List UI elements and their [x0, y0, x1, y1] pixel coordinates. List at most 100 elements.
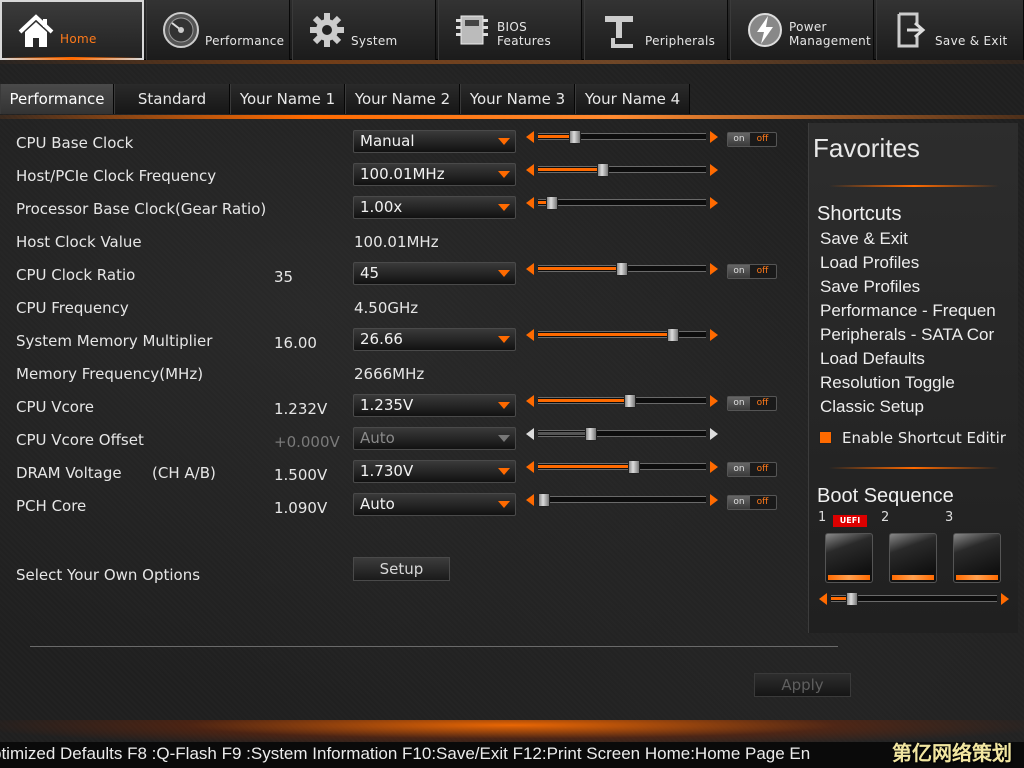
slider-right-arrow-icon[interactable]: [1001, 593, 1009, 605]
nav-tab-label-line2: Management: [789, 34, 872, 48]
setup-button[interactable]: Setup: [353, 557, 450, 581]
subtab-standard[interactable]: Standard: [114, 84, 230, 114]
boot-drive-3[interactable]: [953, 533, 1001, 583]
slider-left-arrow-icon[interactable]: [526, 131, 534, 143]
slider-knob[interactable]: [624, 394, 636, 408]
hotkey-bar: ptimized Defaults F8 :Q-Flash F9 :System…: [0, 742, 1024, 768]
nav-tab-save-exit[interactable]: Save & Exit: [876, 0, 1024, 60]
setting-slider[interactable]: [526, 426, 718, 442]
slider-knob[interactable]: [569, 130, 581, 144]
chevron-down-icon[interactable]: [498, 402, 510, 409]
setting-slider[interactable]: [526, 492, 718, 508]
favorites-panel: Favorites Shortcuts Save & Exit Load Prof…: [808, 123, 1018, 633]
shortcut-item[interactable]: Save Profiles: [820, 277, 920, 297]
slider-left-arrow-icon[interactable]: [526, 428, 534, 440]
chevron-down-icon[interactable]: [498, 336, 510, 343]
slider-right-arrow-icon[interactable]: [710, 428, 718, 440]
slider-knob[interactable]: [538, 493, 550, 507]
setting-slider[interactable]: [526, 261, 718, 277]
chevron-down-icon[interactable]: [498, 138, 510, 145]
chevron-down-icon[interactable]: [498, 171, 510, 178]
enable-shortcut-editing-checkbox[interactable]: [819, 431, 832, 444]
slider-knob[interactable]: [546, 196, 558, 210]
slider-left-arrow-icon[interactable]: [526, 329, 534, 341]
slider-knob[interactable]: [846, 592, 858, 606]
chevron-down-icon[interactable]: [498, 435, 510, 442]
slider-left-arrow-icon[interactable]: [526, 263, 534, 275]
shortcut-item[interactable]: Performance - Frequen: [820, 301, 996, 321]
setting-dropdown[interactable]: 100.01MHz: [353, 163, 516, 186]
slider-knob[interactable]: [628, 460, 640, 474]
chevron-down-icon[interactable]: [498, 501, 510, 508]
boot-sequence-slider[interactable]: [819, 591, 1009, 606]
on-off-toggle[interactable]: on off: [727, 132, 777, 147]
nav-tab-bios-features[interactable]: BIOS Features: [438, 0, 582, 60]
shortcut-item[interactable]: Save & Exit: [820, 229, 908, 249]
shortcut-item[interactable]: Resolution Toggle: [820, 373, 955, 393]
slider-left-arrow-icon[interactable]: [819, 593, 827, 605]
nav-tab-system[interactable]: System: [292, 0, 436, 60]
slider-left-arrow-icon[interactable]: [526, 494, 534, 506]
nav-tab-label: BIOS Features: [497, 20, 551, 48]
toggle-off-label: off: [756, 266, 769, 276]
setting-slider[interactable]: [526, 459, 718, 475]
setting-dropdown[interactable]: Auto: [353, 493, 516, 516]
nav-tab-power-management[interactable]: Power Management: [730, 0, 874, 60]
setting-slider[interactable]: [526, 162, 718, 178]
slider-left-arrow-icon[interactable]: [526, 164, 534, 176]
nav-tab-peripherals[interactable]: Peripherals: [584, 0, 728, 60]
nav-tab-performance[interactable]: Performance: [146, 0, 290, 60]
slider-right-arrow-icon[interactable]: [710, 197, 718, 209]
shortcut-item[interactable]: Load Profiles: [820, 253, 919, 273]
divider: [30, 646, 838, 647]
subtab-your-name-4[interactable]: Your Name 4: [575, 84, 690, 114]
slider-left-arrow-icon[interactable]: [526, 395, 534, 407]
apply-button[interactable]: Apply: [754, 673, 851, 697]
chevron-down-icon[interactable]: [498, 204, 510, 211]
shortcut-item[interactable]: Classic Setup: [820, 397, 924, 417]
setting-readonly-value: 100.01MHz: [354, 233, 439, 251]
shortcut-item[interactable]: Peripherals - SATA Cor: [820, 325, 994, 345]
uefi-badge: UEFI: [833, 515, 867, 527]
setting-dropdown[interactable]: 1.00x: [353, 196, 516, 219]
shortcut-item[interactable]: Load Defaults: [820, 349, 925, 369]
slider-right-arrow-icon[interactable]: [710, 164, 718, 176]
slider-track: [831, 592, 997, 606]
chevron-down-icon[interactable]: [498, 468, 510, 475]
on-off-toggle[interactable]: on off: [727, 495, 777, 510]
slider-right-arrow-icon[interactable]: [710, 131, 718, 143]
setting-dropdown[interactable]: Manual: [353, 130, 516, 153]
setting-dropdown[interactable]: 45: [353, 262, 516, 285]
on-off-toggle[interactable]: on off: [727, 264, 777, 279]
slider-right-arrow-icon[interactable]: [710, 329, 718, 341]
slider-right-arrow-icon[interactable]: [710, 263, 718, 275]
slider-left-arrow-icon[interactable]: [526, 197, 534, 209]
slider-right-arrow-icon[interactable]: [710, 395, 718, 407]
boot-drive-2[interactable]: [889, 533, 937, 583]
setting-dropdown[interactable]: 26.66: [353, 328, 516, 351]
setting-dropdown[interactable]: 1.730V: [353, 460, 516, 483]
setting-slider[interactable]: [526, 195, 718, 211]
setting-slider[interactable]: [526, 129, 718, 145]
slider-right-arrow-icon[interactable]: [710, 494, 718, 506]
chevron-down-icon[interactable]: [498, 270, 510, 277]
on-off-toggle[interactable]: on off: [727, 396, 777, 411]
subtab-your-name-2[interactable]: Your Name 2: [345, 84, 460, 114]
subtab-performance[interactable]: Performance: [0, 84, 114, 114]
setting-dropdown[interactable]: Auto: [353, 427, 516, 450]
subtab-your-name-3[interactable]: Your Name 3: [460, 84, 575, 114]
slider-knob[interactable]: [585, 427, 597, 441]
subtab-your-name-1[interactable]: Your Name 1: [230, 84, 345, 114]
setting-slider[interactable]: [526, 327, 718, 343]
nav-tab-home[interactable]: Home: [0, 0, 144, 60]
setting-slider[interactable]: [526, 393, 718, 409]
slider-knob[interactable]: [667, 328, 679, 342]
boot-drive-1[interactable]: [825, 533, 873, 583]
peripherals-icon: [605, 16, 633, 48]
slider-knob[interactable]: [597, 163, 609, 177]
slider-knob[interactable]: [616, 262, 628, 276]
slider-left-arrow-icon[interactable]: [526, 461, 534, 473]
on-off-toggle[interactable]: on off: [727, 462, 777, 477]
slider-right-arrow-icon[interactable]: [710, 461, 718, 473]
setting-dropdown[interactable]: 1.235V: [353, 394, 516, 417]
